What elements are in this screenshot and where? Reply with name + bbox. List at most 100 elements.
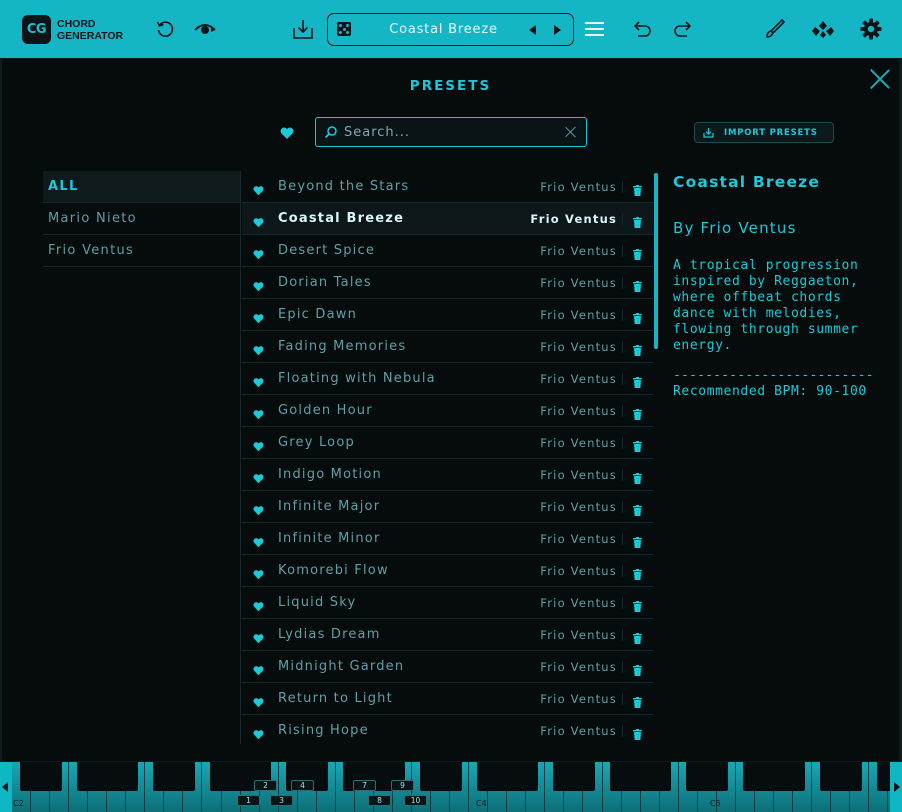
preset-row[interactable]: Lydias Dream Frio Ventus <box>242 619 653 651</box>
detail-description: A tropical progression inspired by Regga… <box>673 258 859 353</box>
favorite-heart-icon[interactable] <box>253 469 264 484</box>
preset-row[interactable]: Fading Memories Frio Ventus <box>242 331 653 363</box>
preset-row[interactable]: Beyond the Stars Frio Ventus <box>242 171 653 203</box>
undo-icon[interactable] <box>632 20 652 38</box>
favorite-heart-icon[interactable] <box>253 533 264 548</box>
preset-author: Frio Ventus <box>540 180 617 194</box>
delete-trash-icon[interactable] <box>633 693 642 708</box>
favorite-heart-icon[interactable] <box>253 309 264 324</box>
black-key[interactable] <box>514 762 538 791</box>
favorite-heart-icon[interactable] <box>253 181 264 196</box>
category-item[interactable]: Frio Ventus <box>43 235 241 267</box>
black-key[interactable] <box>781 762 805 791</box>
import-presets-button[interactable]: IMPORT PRESETS <box>694 122 834 143</box>
black-key[interactable] <box>114 762 138 791</box>
presets-panel: PRESETS IMPORT PRESETS ALLMario NietoFri… <box>2 59 899 761</box>
delete-trash-icon[interactable] <box>633 181 642 196</box>
delete-trash-icon[interactable] <box>633 533 642 548</box>
delete-trash-icon[interactable] <box>633 245 642 260</box>
delete-trash-icon[interactable] <box>633 725 642 740</box>
preset-row[interactable]: Grey Loop Frio Ventus <box>242 427 653 459</box>
delete-trash-icon[interactable] <box>633 469 642 484</box>
search-input[interactable] <box>344 121 554 143</box>
edit-brush-icon[interactable] <box>764 18 786 40</box>
preset-name: Midnight Garden <box>278 659 405 674</box>
preset-row[interactable]: Liquid Sky Frio Ventus <box>242 587 653 619</box>
preset-row[interactable]: Infinite Minor Frio Ventus <box>242 523 653 555</box>
black-key[interactable] <box>572 762 595 791</box>
row-separator <box>622 725 623 737</box>
preview-eye-icon[interactable] <box>193 21 217 37</box>
favorite-heart-icon[interactable] <box>253 501 264 516</box>
delete-trash-icon[interactable] <box>633 277 642 292</box>
favorite-heart-icon[interactable] <box>253 597 264 612</box>
preset-author: Frio Ventus <box>540 724 617 738</box>
delete-trash-icon[interactable] <box>633 309 642 324</box>
category-item[interactable]: Mario Nieto <box>43 203 241 235</box>
detail-title: Coastal Breeze <box>673 173 821 191</box>
preset-row[interactable]: Epic Dawn Frio Ventus <box>242 299 653 331</box>
preset-row[interactable]: Rising Hope Frio Ventus <box>242 715 653 744</box>
octave-right-arrow-icon[interactable] <box>890 762 902 812</box>
close-icon[interactable] <box>870 69 890 89</box>
favorite-heart-icon[interactable] <box>253 725 264 740</box>
delete-trash-icon[interactable] <box>633 629 642 644</box>
preset-list-scrollbar[interactable] <box>654 173 658 349</box>
favorite-heart-icon[interactable] <box>253 277 264 292</box>
preset-row[interactable]: Komorebi Flow Frio Ventus <box>242 555 653 587</box>
black-key[interactable] <box>171 762 195 791</box>
black-key[interactable] <box>438 762 462 791</box>
octave-left-arrow-icon[interactable] <box>0 762 12 812</box>
preset-row[interactable]: Midnight Garden Frio Ventus <box>242 651 653 683</box>
brand-logo-icon[interactable] <box>811 19 835 39</box>
save-preset-icon[interactable] <box>292 18 314 40</box>
reset-icon[interactable] <box>155 19 175 39</box>
category-item[interactable]: ALL <box>43 171 241 203</box>
favorite-heart-icon[interactable] <box>253 693 264 708</box>
delete-trash-icon[interactable] <box>633 661 642 676</box>
favorite-heart-icon[interactable] <box>253 373 264 388</box>
preset-row[interactable]: Dorian Tales Frio Ventus <box>242 267 653 299</box>
delete-trash-icon[interactable] <box>633 373 642 388</box>
next-preset-icon[interactable] <box>554 25 561 35</box>
preset-row[interactable]: Coastal Breeze Frio Ventus <box>242 203 653 235</box>
preset-row[interactable]: Infinite Major Frio Ventus <box>242 491 653 523</box>
preset-row[interactable]: Indigo Motion Frio Ventus <box>242 459 653 491</box>
black-key[interactable] <box>38 762 62 791</box>
favorite-heart-icon[interactable] <box>253 213 264 228</box>
preset-row[interactable]: Golden Hour Frio Ventus <box>242 395 653 427</box>
redo-icon[interactable] <box>673 20 693 38</box>
delete-trash-icon[interactable] <box>633 213 642 228</box>
preset-row[interactable]: Desert Spice Frio Ventus <box>242 235 653 267</box>
delete-trash-icon[interactable] <box>633 597 642 612</box>
favorite-heart-icon[interactable] <box>253 437 264 452</box>
favorite-heart-icon[interactable] <box>253 341 264 356</box>
favorite-heart-icon[interactable] <box>253 629 264 644</box>
preset-row[interactable]: Return to Light Frio Ventus <box>242 683 653 715</box>
delete-trash-icon[interactable] <box>633 405 642 420</box>
delete-trash-icon[interactable] <box>633 565 642 580</box>
black-key[interactable] <box>648 762 672 791</box>
favorite-heart-icon[interactable] <box>253 405 264 420</box>
favorites-filter-heart-icon[interactable] <box>280 125 294 139</box>
preset-menu-icon[interactable] <box>585 21 604 37</box>
logo-badge: CG <box>22 15 51 44</box>
favorite-heart-icon[interactable] <box>253 661 264 676</box>
row-separator <box>622 213 623 225</box>
delete-trash-icon[interactable] <box>633 341 642 356</box>
previous-preset-icon[interactable] <box>529 25 536 35</box>
preset-selector[interactable]: Coastal Breeze <box>327 13 574 46</box>
settings-gear-icon[interactable] <box>860 18 882 40</box>
delete-trash-icon[interactable] <box>633 501 642 516</box>
preset-row[interactable]: Floating with Nebula Frio Ventus <box>242 363 653 395</box>
favorite-heart-icon[interactable] <box>253 565 264 580</box>
black-key[interactable] <box>838 762 862 791</box>
randomize-dice-icon[interactable] <box>337 22 351 36</box>
black-key[interactable] <box>705 762 729 791</box>
detail-author: By Frio Ventus <box>673 219 797 237</box>
preset-name: Komorebi Flow <box>278 563 389 578</box>
clear-search-icon[interactable] <box>565 126 577 138</box>
category-list: ALL Mario Nieto Frio Ventus <box>43 171 241 267</box>
delete-trash-icon[interactable] <box>633 437 642 452</box>
favorite-heart-icon[interactable] <box>253 245 264 260</box>
